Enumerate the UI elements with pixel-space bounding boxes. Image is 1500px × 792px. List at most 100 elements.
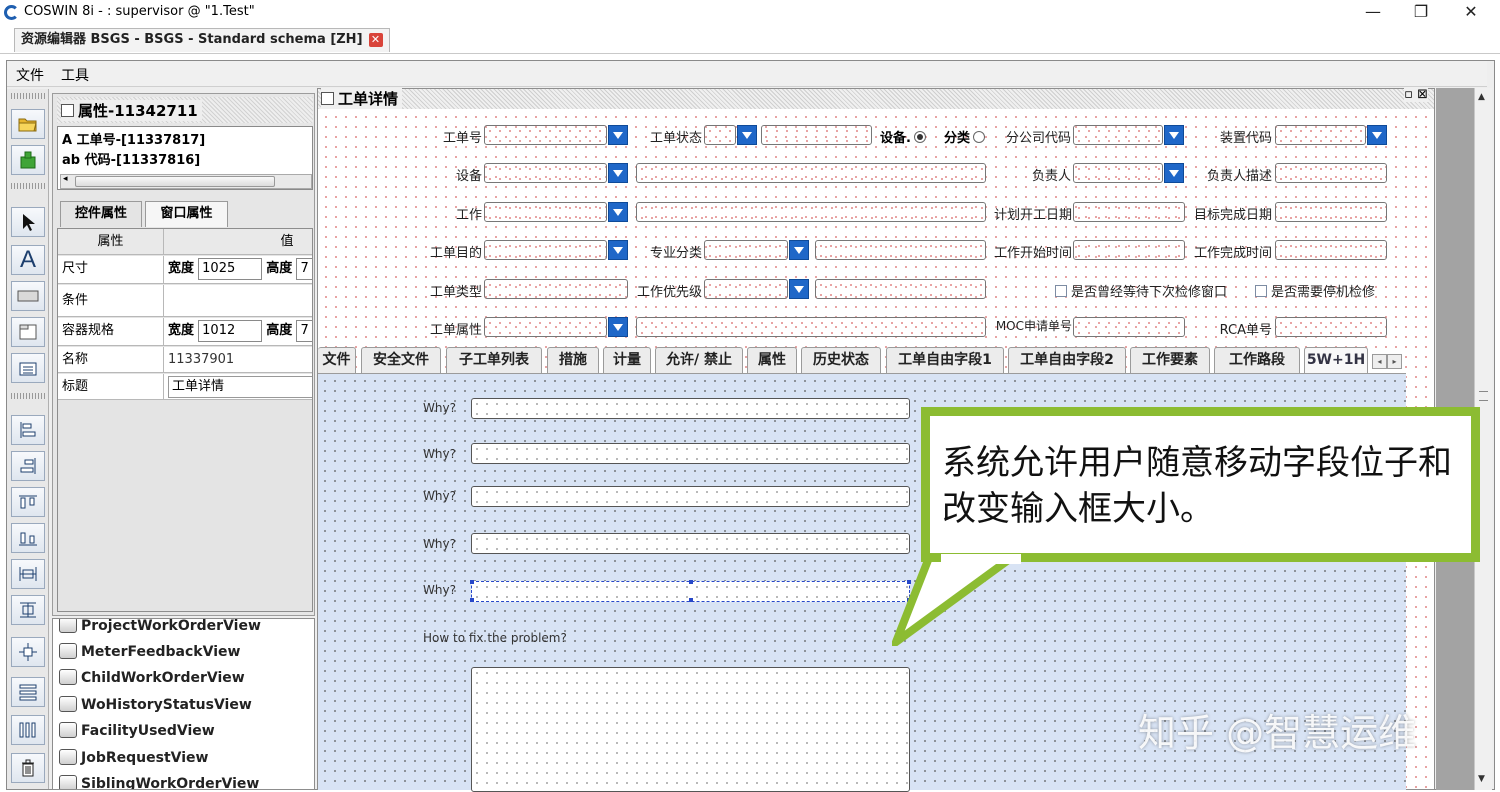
scrollbar-thumb[interactable] bbox=[75, 176, 275, 187]
form-window-buttons[interactable]: ▫ ⊠ bbox=[1404, 87, 1428, 102]
branch-code-field[interactable] bbox=[1073, 125, 1163, 145]
list-item[interactable]: JobRequestView bbox=[59, 749, 208, 766]
tab-attributes[interactable]: 属性 bbox=[747, 347, 797, 373]
tab-measures[interactable]: 措施 bbox=[547, 347, 599, 373]
height-input[interactable]: 7 bbox=[296, 257, 312, 280]
chevron-down-icon[interactable] bbox=[1164, 163, 1184, 183]
owner-field[interactable] bbox=[1073, 163, 1163, 183]
chevron-down-icon[interactable] bbox=[1164, 125, 1184, 145]
work-start-field[interactable] bbox=[1073, 240, 1185, 260]
fix-problem-textarea[interactable] bbox=[471, 667, 910, 792]
device-radio[interactable]: 设备. bbox=[880, 127, 926, 146]
discipline-desc-field[interactable] bbox=[815, 240, 986, 260]
align-left-icon[interactable] bbox=[11, 415, 45, 445]
need-shutdown-checkbox[interactable]: 是否需要停机检修 bbox=[1255, 281, 1375, 300]
property-row-condition[interactable]: 条件 bbox=[58, 285, 312, 317]
toolbar-grip[interactable] bbox=[11, 393, 45, 399]
list-item[interactable]: FacilityUsedView bbox=[59, 722, 215, 739]
tab-files[interactable]: 文件 bbox=[318, 347, 356, 373]
tab-child-wo-list[interactable]: 子工单列表 bbox=[446, 347, 542, 373]
list-item[interactable]: WoHistoryStatusView bbox=[59, 696, 252, 713]
unit-code-field[interactable] bbox=[1275, 125, 1366, 145]
align-top-icon[interactable] bbox=[11, 487, 45, 517]
select-pointer-icon[interactable] bbox=[11, 207, 45, 237]
scroll-down-arrow-icon[interactable]: ▼ bbox=[1478, 774, 1485, 784]
rca-number-field[interactable] bbox=[1275, 317, 1387, 337]
list-item[interactable]: SiblingWorkOrderView bbox=[59, 775, 259, 789]
wo-status-field[interactable] bbox=[704, 125, 736, 145]
minimize-button[interactable]: — bbox=[1350, 0, 1396, 26]
classification-radio[interactable]: 分类 bbox=[944, 127, 986, 146]
menu-tools[interactable]: 工具 bbox=[61, 65, 89, 85]
open-folder-icon[interactable] bbox=[11, 109, 45, 139]
chevron-down-icon[interactable] bbox=[608, 125, 628, 145]
add-component-icon[interactable] bbox=[11, 145, 45, 175]
why-input-3[interactable] bbox=[471, 486, 910, 507]
discipline-field[interactable] bbox=[704, 240, 788, 260]
close-tab-icon[interactable]: ✕ bbox=[368, 32, 383, 47]
tab-control-properties[interactable]: 控件属性 bbox=[60, 201, 142, 227]
menu-file[interactable]: 文件 bbox=[16, 65, 44, 85]
resize-handle[interactable] bbox=[470, 598, 474, 602]
wo-type-field[interactable] bbox=[484, 279, 628, 299]
align-bottom-icon[interactable] bbox=[11, 523, 45, 553]
tab-scroll-left-icon[interactable]: ◂ bbox=[1372, 354, 1387, 369]
tab-free-field-1[interactable]: 工单自由字段1 bbox=[886, 347, 1004, 373]
title-input[interactable]: 工单详情 bbox=[168, 375, 312, 398]
toolbar-grip[interactable] bbox=[11, 183, 45, 189]
wo-purpose-field[interactable] bbox=[484, 240, 607, 260]
resize-handle[interactable] bbox=[689, 580, 693, 584]
center-icon[interactable] bbox=[11, 637, 45, 667]
scroll-left-arrow-icon[interactable]: ◂ bbox=[63, 174, 68, 184]
same-height-icon[interactable] bbox=[11, 595, 45, 625]
equipment-field[interactable] bbox=[484, 163, 607, 183]
tab-work-elements[interactable]: 工作要素 bbox=[1130, 347, 1210, 373]
chevron-down-icon[interactable] bbox=[789, 279, 809, 299]
why-input-1[interactable] bbox=[471, 398, 910, 419]
resize-handle[interactable] bbox=[470, 580, 474, 584]
equipment-desc-field[interactable] bbox=[636, 163, 986, 183]
trash-icon[interactable] bbox=[11, 753, 45, 783]
wo-number-field[interactable] bbox=[484, 125, 607, 145]
stack-columns-icon[interactable] bbox=[11, 715, 45, 745]
priority-field[interactable] bbox=[704, 279, 788, 299]
work-field[interactable] bbox=[484, 202, 607, 222]
tab-scroll-right-icon[interactable]: ▸ bbox=[1387, 354, 1402, 369]
same-width-icon[interactable] bbox=[11, 559, 45, 589]
name-value[interactable]: 11337901 bbox=[166, 347, 312, 372]
chevron-down-icon[interactable] bbox=[608, 202, 628, 222]
checkbox-icon[interactable] bbox=[1055, 285, 1067, 297]
panel-tool-icon[interactable] bbox=[11, 317, 45, 347]
tab-metering[interactable]: 计量 bbox=[603, 347, 651, 373]
priority-desc-field[interactable] bbox=[815, 279, 986, 299]
close-button[interactable]: ✕ bbox=[1448, 0, 1494, 26]
list-item[interactable]: MeterFeedbackView bbox=[59, 643, 240, 660]
tab-safety-files[interactable]: 安全文件 bbox=[361, 347, 441, 373]
target-finish-field[interactable] bbox=[1275, 202, 1387, 222]
why-input-2[interactable] bbox=[471, 443, 910, 464]
chevron-down-icon[interactable] bbox=[608, 163, 628, 183]
tab-history-status[interactable]: 历史状态 bbox=[801, 347, 881, 373]
align-right-icon[interactable] bbox=[11, 451, 45, 481]
chevron-down-icon[interactable] bbox=[789, 240, 809, 260]
scroll-up-arrow-icon[interactable]: ▲ bbox=[1478, 92, 1485, 102]
owner-desc-field[interactable] bbox=[1275, 163, 1387, 183]
wo-attr-field[interactable] bbox=[484, 317, 607, 337]
resize-handle[interactable] bbox=[689, 598, 693, 602]
moc-number-field[interactable] bbox=[1073, 317, 1185, 337]
checkbox-icon[interactable] bbox=[1255, 285, 1267, 297]
radio-off-icon[interactable] bbox=[973, 131, 986, 143]
wo-attr-desc-field[interactable] bbox=[636, 317, 986, 337]
list-item[interactable]: ChildWorkOrderView bbox=[59, 669, 245, 686]
scrollbar-grip-icon[interactable] bbox=[1479, 391, 1488, 401]
chevron-down-icon[interactable] bbox=[608, 240, 628, 260]
tree-item[interactable]: A 工单号-[11337817] bbox=[62, 129, 205, 148]
tab-permit[interactable]: 允许/ 禁止 bbox=[655, 347, 743, 373]
waited-window-checkbox[interactable]: 是否曾经等待下次检修窗口 bbox=[1055, 281, 1227, 300]
tab-free-field-2[interactable]: 工单自由字段2 bbox=[1008, 347, 1126, 373]
work-finish-field[interactable] bbox=[1275, 240, 1387, 260]
why-input-4[interactable] bbox=[471, 533, 910, 554]
tree-horizontal-scrollbar[interactable]: ◂ bbox=[60, 174, 312, 189]
chevron-down-icon[interactable] bbox=[1367, 125, 1387, 145]
text-label-tool-icon[interactable]: A bbox=[11, 245, 45, 275]
